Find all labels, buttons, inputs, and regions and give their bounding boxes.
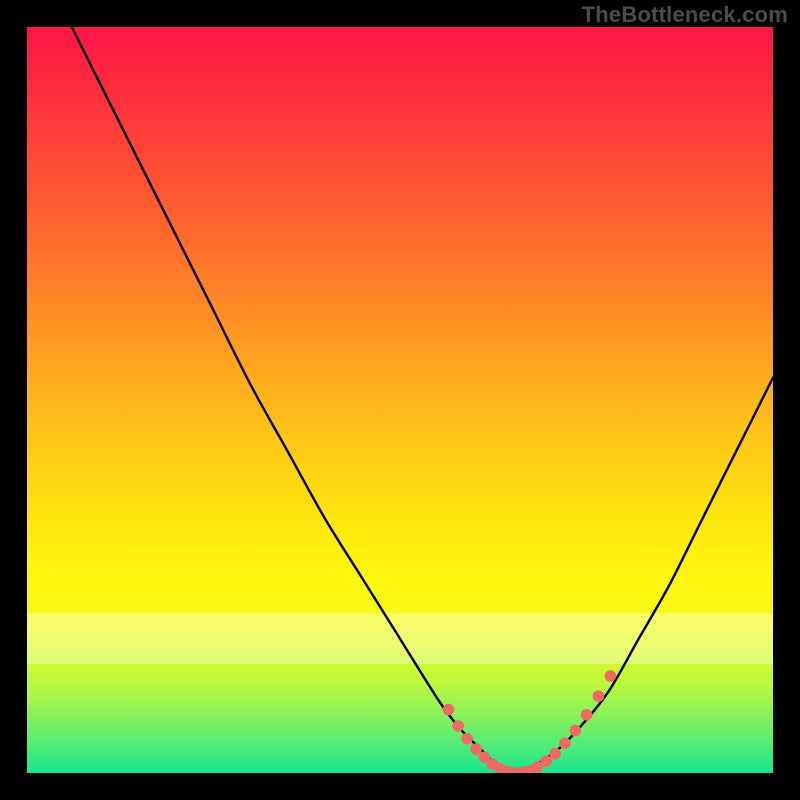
- chart-dot: [559, 737, 571, 749]
- chart-right-branch: [512, 378, 773, 773]
- chart-svg: [27, 27, 773, 773]
- watermark-text: TheBottleneck.com: [582, 2, 788, 28]
- chart-dot: [443, 704, 455, 716]
- chart-highlight-dots: [443, 670, 617, 773]
- chart-dot: [593, 690, 605, 702]
- chart-plot-area: [27, 27, 773, 773]
- chart-dot: [452, 720, 464, 732]
- chart-dot: [461, 733, 473, 745]
- chart-dot: [581, 709, 593, 721]
- chart-dot: [549, 748, 561, 760]
- chart-dot: [570, 725, 582, 737]
- chart-left-branch: [72, 27, 512, 773]
- chart-dot: [605, 670, 617, 682]
- chart-dot: [540, 755, 552, 767]
- chart-dot: [470, 743, 482, 755]
